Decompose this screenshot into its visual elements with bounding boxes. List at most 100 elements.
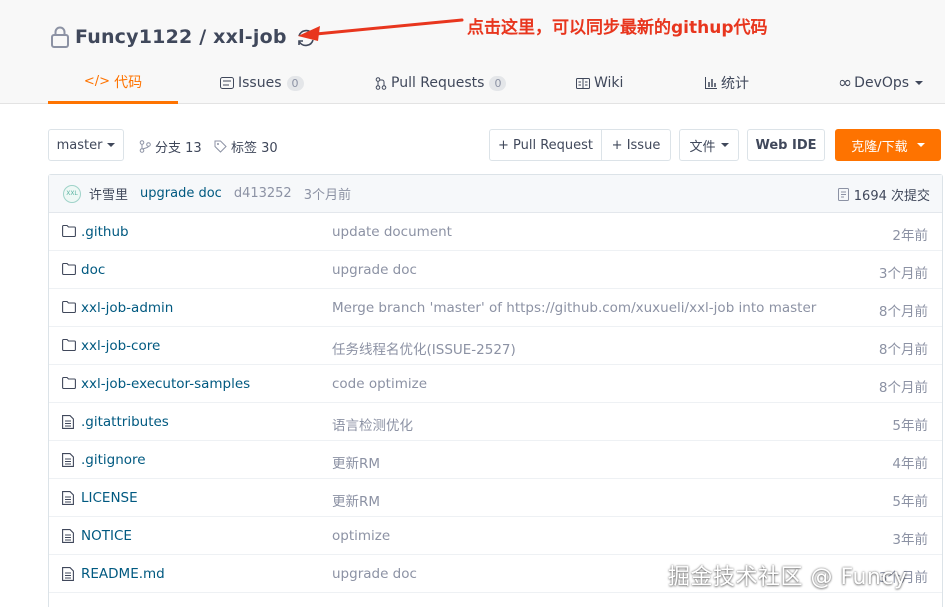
table-row[interactable]: .gitignore 更新RM 4年前 [49, 441, 942, 479]
file-commit-message[interactable]: optimize [332, 528, 390, 544]
tab-pull-requests[interactable]: Pull Requests 0 [375, 62, 507, 104]
branch-select[interactable]: master [48, 129, 124, 161]
commit-total-count: 1694 次提交 [853, 188, 930, 204]
issues-icon [220, 77, 234, 89]
tab-label: Wiki [594, 75, 624, 91]
file-commit-time: 3个月前 [878, 266, 928, 282]
file-commit-time: 8个月前 [878, 304, 928, 320]
tab-label: 统计 [721, 76, 749, 92]
file-name-link[interactable]: xxl-job-executor-samples [81, 376, 250, 392]
commit-history-link[interactable]: 1694 次提交 [837, 175, 930, 213]
lock-icon [51, 26, 69, 48]
file-commit-time: 8个月前 [878, 380, 928, 396]
tab-label: Issues [238, 75, 282, 91]
file-commit-message[interactable]: 语言检测优化 [332, 414, 413, 434]
file-commit-message[interactable]: upgrade doc [332, 566, 417, 582]
chevron-down-icon [915, 81, 924, 85]
clone-download-label: 克隆/下载 [851, 139, 908, 155]
tab-label: Pull Requests [391, 75, 485, 91]
folder-icon [62, 262, 76, 279]
tab-stats[interactable]: 统计 [705, 62, 749, 104]
file-icon [62, 415, 74, 433]
chevron-down-icon [916, 143, 925, 147]
table-row[interactable]: LICENSE 更新RM 5年前 [49, 479, 942, 517]
folder-icon [62, 376, 76, 393]
clone-download-button[interactable]: 克隆/下载 [835, 129, 941, 161]
file-name-link[interactable]: .gitattributes [81, 414, 169, 430]
chevron-down-icon [107, 143, 116, 147]
repo-header: Funcy1122 / xxl-job 点击这里，可以同步最新的githup代码… [0, 0, 945, 104]
file-list: XXL 许雪里 upgrade doc d413252 3个月前 1694 次提… [48, 174, 943, 607]
file-commit-message[interactable]: Merge branch 'master' of https://github.… [332, 300, 816, 316]
commit-history-icon [837, 187, 849, 201]
file-rows: .github update document 2年前 doc upgrade doc 3… [49, 213, 942, 593]
stats-icon [705, 77, 717, 89]
table-row[interactable]: .github update document 2年前 [49, 213, 942, 251]
tab-wiki[interactable]: Wiki [576, 62, 623, 104]
commit-sha[interactable]: d413252 [234, 186, 292, 201]
branch-label: master [56, 137, 103, 153]
new-issue-button[interactable]: + Issue [601, 129, 671, 161]
table-row[interactable]: xxl-job-executor-samples code optimize 8个月… [49, 365, 942, 403]
annotation-arrow [298, 18, 464, 41]
file-icon [62, 453, 74, 471]
new-pull-request-button[interactable]: + Pull Request [489, 129, 602, 161]
pull-requests-count-badge: 0 [489, 75, 507, 91]
file-name-link[interactable]: .gitignore [81, 452, 146, 468]
repo-tabs: </> 代码 Issues 0 Pull Requests 0 Wiki 统计 … [48, 62, 945, 104]
commit-time: 3个月前 [303, 188, 351, 203]
file-commit-time: 5年前 [892, 494, 928, 510]
watermark: 掘金技术社区 @ Funcy [668, 565, 908, 590]
file-commit-time: 4年前 [892, 456, 928, 472]
file-commit-message[interactable]: 更新RM [332, 490, 380, 510]
folder-icon [62, 300, 76, 317]
wiki-icon [576, 77, 590, 89]
file-commit-time: 5年前 [892, 418, 928, 434]
file-name-link[interactable]: NOTICE [81, 528, 132, 544]
table-row[interactable]: xxl-job-admin Merge branch 'master' of ht… [49, 289, 942, 327]
file-commit-message[interactable]: code optimize [332, 376, 427, 392]
annotation-text: 点击这里，可以同步最新的githup代码 [467, 18, 768, 38]
avatar[interactable]: XXL [63, 184, 81, 203]
tab-devops[interactable]: ∞ DevOps [838, 62, 924, 104]
file-menu-button[interactable]: 文件 [679, 129, 739, 161]
tab-label: 代码 [114, 74, 143, 91]
branches-link[interactable]: 分支 13 [139, 137, 202, 156]
issues-count-badge: 0 [286, 75, 304, 91]
file-name-link[interactable]: README.md [81, 566, 165, 582]
commit-author[interactable]: 许雪里 [89, 184, 128, 203]
branches-count: 分支 13 [155, 141, 202, 156]
file-menu-label: 文件 [689, 139, 716, 155]
commit-message[interactable]: upgrade doc [140, 186, 222, 201]
file-name-link[interactable]: .github [81, 224, 129, 240]
tab-label: DevOps [854, 75, 910, 91]
table-row[interactable]: xxl-job-core 任务线程名优化(ISSUE-2527) 8个月前 [49, 327, 942, 365]
file-icon [62, 529, 74, 547]
file-commit-message[interactable]: upgrade doc [332, 262, 417, 278]
tags-count: 标签 30 [231, 141, 278, 156]
repo-name[interactable]: Funcy1122 / xxl-job [75, 26, 287, 48]
file-name-link[interactable]: xxl-job-admin [81, 300, 173, 316]
file-commit-message[interactable]: 任务线程名优化(ISSUE-2527) [332, 338, 516, 358]
table-row[interactable]: doc upgrade doc 3个月前 [49, 251, 942, 289]
code-icon: </> [83, 74, 111, 89]
file-name-link[interactable]: LICENSE [81, 490, 138, 506]
file-icon [62, 567, 74, 585]
table-row[interactable]: NOTICE optimize 3年前 [49, 517, 942, 555]
tab-code[interactable]: </> 代码 [48, 62, 178, 104]
file-commit-message[interactable]: update document [332, 224, 452, 240]
file-name-link[interactable]: doc [81, 262, 105, 278]
file-commit-message[interactable]: 更新RM [332, 452, 380, 472]
tab-issues[interactable]: Issues 0 [220, 62, 304, 104]
tags-link[interactable]: 标签 30 [214, 137, 278, 156]
file-commit-time: 8个月前 [878, 342, 928, 358]
file-name-link[interactable]: xxl-job-core [81, 338, 160, 354]
table-row[interactable]: .gitattributes 语言检测优化 5年前 [49, 403, 942, 441]
folder-icon [62, 224, 76, 241]
repo-title-bar: Funcy1122 / xxl-job [50, 22, 317, 52]
pull-request-icon [375, 76, 387, 90]
latest-commit-bar: XXL 许雪里 upgrade doc d413252 3个月前 1694 次提… [49, 175, 942, 213]
web-ide-button[interactable]: Web IDE [747, 129, 825, 161]
devops-icon: ∞ [838, 73, 852, 93]
file-commit-time: 3年前 [892, 532, 928, 548]
